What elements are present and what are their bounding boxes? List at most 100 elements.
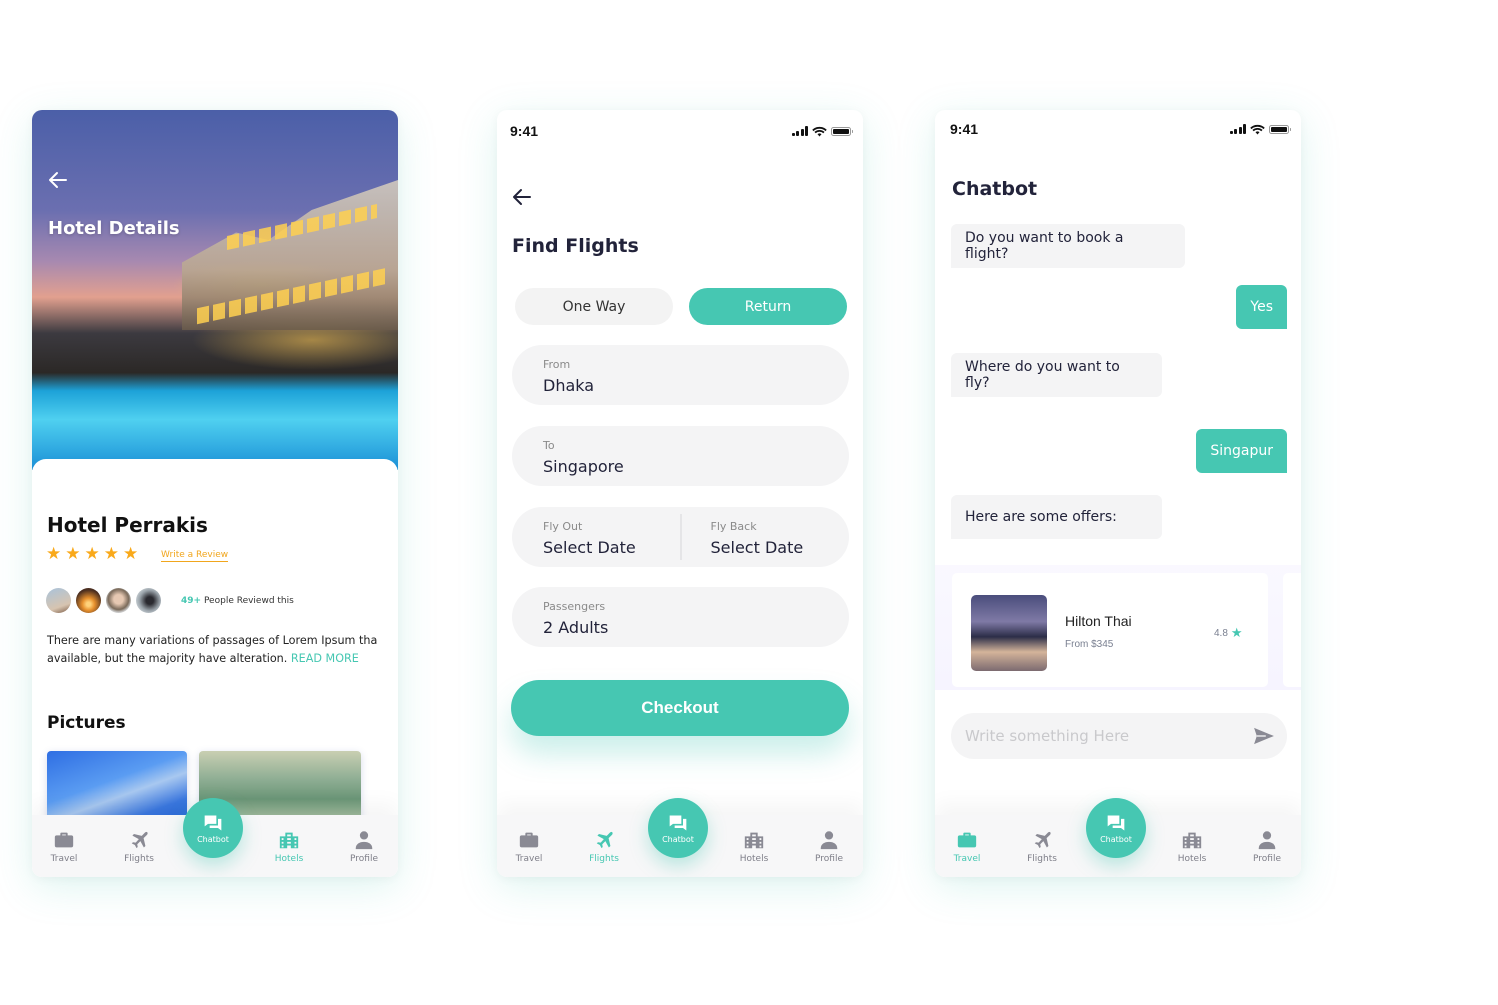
star-icon: ★	[65, 544, 81, 564]
to-field[interactable]: To Singapore	[512, 426, 849, 486]
offer-image	[971, 595, 1047, 671]
offer-price: From $345	[1065, 639, 1114, 650]
passengers-value: 2 Adults	[543, 618, 609, 637]
back-arrow-icon[interactable]	[510, 185, 534, 209]
to-label: To	[543, 439, 555, 452]
building-icon	[278, 829, 300, 851]
airplane-icon	[128, 829, 150, 851]
read-more-link[interactable]: READ MORE	[291, 652, 359, 665]
back-arrow-icon[interactable]	[46, 168, 70, 192]
hotel-description: There are many variations of passages of…	[47, 632, 398, 668]
nav-item-profile[interactable]: Profile	[1237, 829, 1297, 864]
fab-label: Chatbot	[197, 834, 229, 844]
nav-label: Travel	[953, 854, 981, 864]
hotel-name: Hotel Perrakis	[47, 513, 208, 537]
building-icon	[1181, 829, 1203, 851]
signal-icon	[791, 126, 808, 136]
user-icon	[353, 829, 375, 851]
fly-back-field[interactable]: Fly Back Select Date	[681, 507, 850, 567]
nav-label: Hotels	[274, 854, 304, 864]
avatar	[76, 588, 101, 613]
building-icon	[743, 829, 765, 851]
passengers-field[interactable]: Passengers 2 Adults	[512, 587, 849, 647]
fly-out-field[interactable]: Fly Out Select Date	[512, 507, 681, 567]
from-field[interactable]: From Dhaka	[512, 345, 849, 405]
description-line: There are many variations of passages of…	[47, 634, 378, 647]
reviewer-avatars	[46, 588, 161, 613]
battery-icon	[831, 126, 853, 136]
fly-out-label: Fly Out	[543, 520, 583, 533]
rating-value: 4.8	[1214, 627, 1228, 639]
bot-message: Here are some offers:	[951, 495, 1162, 539]
status-bar: 9:41	[510, 122, 853, 140]
from-label: From	[543, 358, 571, 371]
nav-item-profile[interactable]: Profile	[334, 829, 394, 864]
star-icon: ★	[1230, 625, 1243, 640]
nav-item-profile[interactable]: Profile	[799, 829, 859, 864]
chatbot-fab-button[interactable]: Chatbot	[183, 798, 243, 858]
nav-label: Profile	[1253, 854, 1281, 864]
user-message: Yes	[1236, 285, 1287, 329]
nav-label: Profile	[815, 854, 843, 864]
dates-field: Fly Out Select Date Fly Back Select Date	[512, 507, 849, 567]
fly-out-value: Select Date	[543, 538, 636, 557]
fab-label: Chatbot	[662, 834, 694, 844]
bot-message: Do you want to book a flight?	[951, 224, 1185, 268]
nav-item-hotels[interactable]: Hotels	[1162, 829, 1222, 864]
reviewed-label: People Reviewd this	[203, 596, 294, 606]
nav-item-travel[interactable]: Travel	[34, 829, 94, 864]
hotel-details-screen: Hotel Details Hotel Perrakis ★ ★ ★ ★ ★ W…	[32, 110, 398, 877]
nav-label: Flights	[589, 854, 619, 864]
offer-name: Hilton Thai	[1065, 613, 1132, 629]
briefcase-icon	[53, 829, 75, 851]
message-input[interactable]	[951, 713, 1287, 759]
nav-item-flights[interactable]: Flights	[109, 829, 169, 864]
find-flights-screen: 9:41 Find Flights One Way Return From Dh…	[497, 110, 863, 877]
nav-item-hotels[interactable]: Hotels	[724, 829, 784, 864]
nav-item-travel[interactable]: Travel	[937, 829, 997, 864]
nav-item-travel[interactable]: Travel	[499, 829, 559, 864]
user-icon	[1256, 829, 1278, 851]
nav-label: Flights	[124, 854, 154, 864]
chatbot-fab-button[interactable]: Chatbot	[648, 798, 708, 858]
chatbot-screen: 9:41 Chatbot Do you want to book a fligh…	[935, 110, 1301, 877]
status-icons	[1229, 124, 1291, 135]
star-icon: ★	[103, 544, 119, 564]
checkout-button[interactable]: Checkout	[511, 680, 849, 736]
status-time: 9:41	[510, 123, 539, 139]
nav-label: Travel	[50, 854, 78, 864]
chat-bubbles-icon	[1106, 813, 1126, 833]
offer-card[interactable]	[1283, 573, 1301, 687]
bottom-nav: Travel Flights Hotels Profile Chatbot	[497, 798, 863, 877]
signal-icon	[1229, 124, 1246, 134]
nav-item-flights[interactable]: Flights	[574, 829, 634, 864]
status-icons	[791, 126, 853, 137]
star-rating: ★ ★ ★ ★ ★	[46, 544, 138, 564]
nav-item-flights[interactable]: Flights	[1012, 829, 1072, 864]
offers-carousel[interactable]: Hilton Thai From $345 4.8 ★	[935, 565, 1301, 690]
wifi-icon	[1250, 124, 1265, 135]
review-count: 49+	[181, 596, 202, 606]
nav-label: Profile	[350, 854, 378, 864]
offer-card[interactable]: Hilton Thai From $345 4.8 ★	[952, 573, 1268, 687]
offer-rating: 4.8 ★	[1214, 625, 1243, 641]
fab-label: Chatbot	[1100, 834, 1132, 844]
airplane-icon	[1031, 829, 1053, 851]
avatar	[136, 588, 161, 613]
user-icon	[818, 829, 840, 851]
write-review-link[interactable]: Write a Review	[161, 550, 229, 562]
page-title: Hotel Details	[48, 218, 180, 239]
one-way-toggle[interactable]: One Way	[515, 288, 673, 325]
return-toggle[interactable]: Return	[689, 288, 847, 325]
nav-item-hotels[interactable]: Hotels	[259, 829, 319, 864]
send-icon[interactable]	[1253, 727, 1275, 745]
review-count-text: 49+ People Reviewd this	[181, 596, 294, 606]
chatbot-fab-button[interactable]: Chatbot	[1086, 798, 1146, 858]
pictures-heading: Pictures	[47, 713, 126, 733]
bot-message: Where do you want to fly?	[951, 353, 1162, 397]
status-bar: 9:41	[950, 120, 1291, 138]
avatar	[106, 588, 131, 613]
description-line: available, but the majority have alterat…	[47, 652, 288, 665]
nav-label: Hotels	[1177, 854, 1207, 864]
briefcase-icon	[956, 829, 978, 851]
